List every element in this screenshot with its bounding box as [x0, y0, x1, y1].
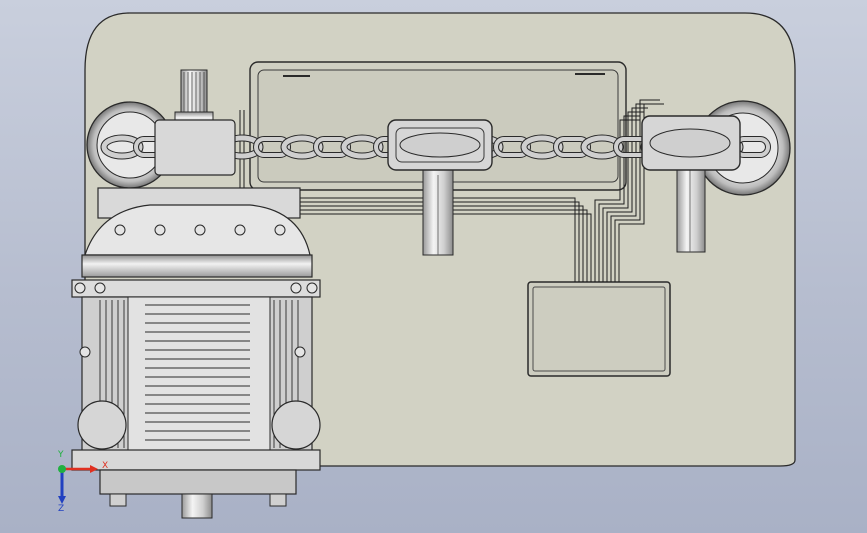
bolt	[74, 282, 86, 294]
triad-z-arrowhead	[58, 496, 66, 504]
bolt	[79, 346, 91, 358]
bolt	[290, 282, 302, 294]
center-post[interactable]	[422, 169, 454, 256]
bolt	[154, 224, 166, 236]
control-box[interactable]	[527, 281, 671, 377]
bolt	[294, 346, 306, 358]
cad-graphics-viewport[interactable]: X Y Z	[0, 0, 867, 533]
right-chain-guide[interactable]	[641, 115, 741, 171]
bolt	[234, 224, 246, 236]
right-post[interactable]	[676, 164, 706, 253]
bolt	[194, 224, 206, 236]
bolt	[306, 282, 318, 294]
triad-y-axis-point	[58, 465, 66, 473]
bolt	[94, 282, 106, 294]
center-chain-guide[interactable]	[387, 119, 493, 171]
coordinate-triad	[58, 465, 98, 504]
bolt	[274, 224, 286, 236]
bolt	[114, 224, 126, 236]
